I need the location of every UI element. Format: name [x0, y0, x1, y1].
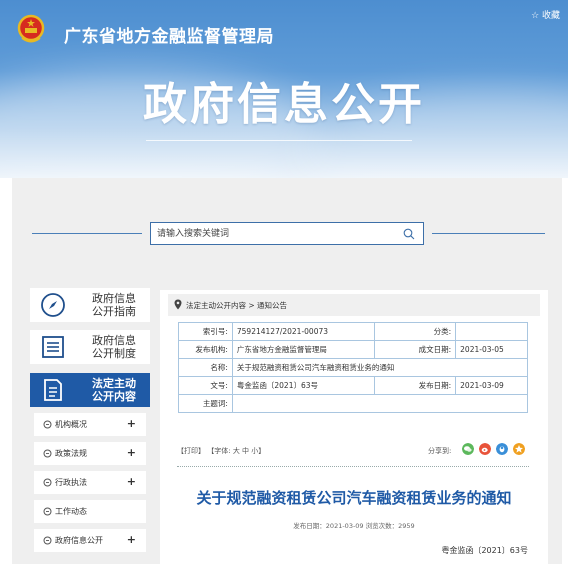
doc-number-label: 文号:: [178, 376, 233, 395]
subject-value: [231, 394, 529, 413]
created-date-value: 2021-03-05: [455, 340, 528, 359]
index-value: 759214127/2021-00073: [231, 322, 375, 341]
favorite-link[interactable]: ☆ 收藏: [531, 8, 560, 21]
location-pin-icon: [174, 299, 182, 310]
font-size-links[interactable]: 【字体: 大 中 小】: [207, 447, 265, 455]
publisher-value: 广东省地方金融监督管理局: [231, 340, 375, 359]
sidebar-item-statutory-content[interactable]: 法定主动 公开内容: [30, 373, 150, 407]
breadcrumb-text[interactable]: 法定主动公开内容 > 通知公告: [186, 300, 287, 311]
qzone-share-icon[interactable]: [513, 443, 525, 455]
article-tools: 【打印】 【字体: 大 中 小】: [177, 446, 265, 456]
breadcrumb: 法定主动公开内容 > 通知公告: [168, 294, 540, 316]
metadata-table: 索引号: 759214127/2021-00073 分类: 发布机构: 广东省地…: [178, 322, 529, 413]
list-icon: [42, 336, 64, 358]
document-icon: [44, 379, 62, 401]
article-title: 关于规范融资租赁公司汽车融资租赁业务的通知: [196, 490, 512, 507]
banner-title: 政府信息公开: [143, 80, 425, 129]
category-label: 分类:: [373, 322, 457, 341]
compass-icon: [41, 293, 65, 317]
item-icon: [43, 449, 52, 458]
published-date-value: 2021-03-09: [455, 376, 528, 395]
item-icon: [43, 536, 52, 545]
header-banner: 广东省地方金融监督管理局 ☆ 收藏 政府信息公开: [0, 0, 568, 178]
sidebar-subitem-gov-disclosure[interactable]: 政府信息公开 +: [34, 529, 146, 552]
search-box: [150, 222, 424, 245]
sidebar-subitem-enforcement[interactable]: 行政执法 +: [34, 471, 146, 494]
doc-number-value: 粤金监函〔2021〕63号: [231, 376, 375, 395]
item-icon: [43, 478, 52, 487]
agency-name: 广东省地方金融监督管理局: [64, 27, 274, 46]
expand-icon[interactable]: +: [127, 417, 136, 430]
sidebar-subitem-work-news[interactable]: 工作动态: [34, 500, 146, 523]
national-emblem-icon: [17, 14, 45, 43]
banner-divider: [146, 140, 412, 141]
print-link[interactable]: 【打印】: [177, 447, 205, 455]
weibo-share-icon[interactable]: [479, 443, 491, 455]
publisher-label: 发布机构:: [178, 340, 233, 359]
sidebar-item-label: 政府信息 公开指南: [92, 292, 136, 318]
item-icon: [43, 507, 52, 516]
article-info: 发布日期：2021-03-09 浏览次数：2959: [293, 522, 415, 530]
search-icon[interactable]: [403, 228, 415, 240]
category-value: [455, 322, 528, 341]
sidebar-item-label: 法定主动 公开内容: [92, 377, 136, 403]
expand-icon[interactable]: +: [127, 446, 136, 459]
sidebar-item-label: 政府信息 公开制度: [92, 334, 136, 360]
sidebar-subitem-policies[interactable]: 政策法规 +: [34, 442, 146, 465]
article-doc-number: 粤金监函〔2021〕63号: [441, 546, 528, 555]
article-divider: [177, 466, 529, 467]
index-label: 索引号:: [178, 322, 233, 341]
search-divider-left: [32, 233, 142, 234]
sidebar-item-disclosure-guide[interactable]: 政府信息 公开指南: [30, 288, 150, 322]
sidebar-item-disclosure-system[interactable]: 政府信息 公开制度: [30, 330, 150, 364]
created-date-label: 成文日期:: [373, 340, 457, 359]
wechat-share-icon[interactable]: [462, 443, 474, 455]
subject-label: 主题词:: [178, 394, 233, 413]
share-label: 分享到:: [428, 447, 452, 455]
item-icon: [43, 420, 52, 429]
name-label: 名称:: [178, 358, 233, 377]
sidebar-subitem-organization[interactable]: 机构概况 +: [34, 413, 146, 436]
published-date-label: 发布日期:: [373, 376, 457, 395]
qq-share-icon[interactable]: [496, 443, 508, 455]
search-input[interactable]: [157, 226, 397, 242]
expand-icon[interactable]: +: [127, 533, 136, 546]
search-divider-right: [432, 233, 545, 234]
expand-icon[interactable]: +: [127, 475, 136, 488]
name-value: 关于规范融资租赁公司汽车融资租赁业务的通知: [231, 358, 529, 377]
